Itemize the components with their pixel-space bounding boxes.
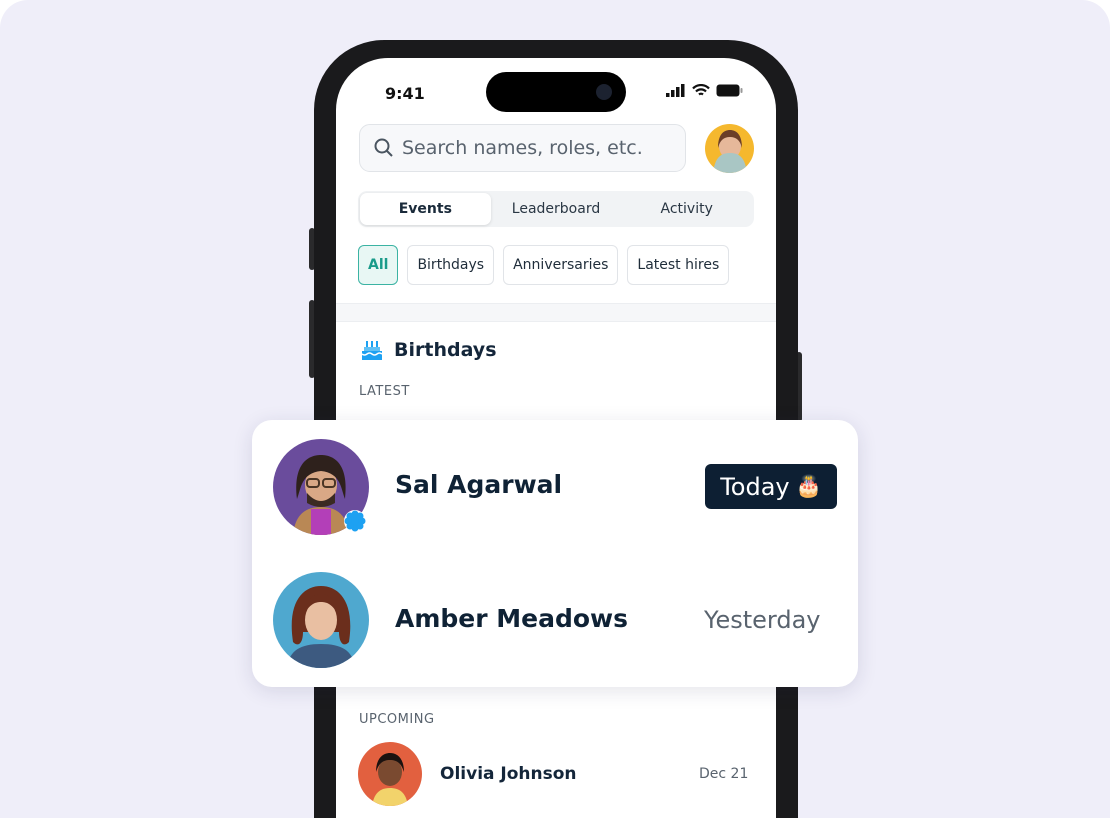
tab-leaderboard[interactable]: Leaderboard [491, 193, 622, 225]
person-name: Sal Agarwal [395, 470, 563, 499]
event-date: Dec 21 [699, 766, 749, 782]
avatar [358, 742, 422, 806]
latest-birthdays-card: Sal Agarwal Today 🎂 Amber Meadows Yester… [252, 420, 858, 687]
signal-icon [666, 84, 685, 97]
user-avatar[interactable] [705, 124, 754, 173]
search-input[interactable]: Search names, roles, etc. [359, 124, 686, 172]
tab-events[interactable]: Events [360, 193, 491, 225]
filter-birthdays[interactable]: Birthdays [407, 245, 495, 285]
filter-chips: All Birthdays Anniversaries Latest hires [358, 245, 730, 285]
section-divider [336, 303, 776, 322]
section-title: Birthdays [394, 339, 497, 361]
filter-all[interactable]: All [358, 245, 399, 285]
list-item[interactable]: Olivia Johnson Dec 21 [358, 742, 758, 806]
avatar [273, 572, 369, 668]
view-tabs: Events Leaderboard Activity [358, 191, 754, 227]
filter-latest-hires[interactable]: Latest hires [627, 245, 730, 285]
person-name: Olivia Johnson [440, 764, 577, 784]
birthday-cake-icon [361, 341, 383, 360]
status-time: 9:41 [385, 84, 425, 103]
search-icon [374, 138, 393, 157]
latest-label: LATEST [359, 384, 410, 399]
today-badge: Today 🎂 [705, 464, 837, 509]
tab-activity[interactable]: Activity [621, 193, 752, 225]
list-item[interactable]: Amber Meadows Yesterday [252, 554, 858, 687]
birthday-cake-icon: 🎂 [795, 474, 822, 498]
camera-icon [596, 84, 612, 100]
filter-anniversaries[interactable]: Anniversaries [503, 245, 619, 285]
person-name: Amber Meadows [395, 604, 629, 633]
when-label: Yesterday [704, 606, 821, 634]
background: 9:41 Search names, roles, etc. Events Le… [0, 0, 1110, 818]
status-icons [666, 84, 743, 97]
wifi-icon [692, 84, 710, 96]
battery-icon [716, 84, 743, 97]
verified-badge-icon [344, 510, 366, 532]
list-item[interactable]: Sal Agarwal Today 🎂 [252, 420, 858, 554]
when-label: Today [720, 472, 790, 501]
upcoming-label: UPCOMING [359, 712, 435, 727]
dynamic-island [486, 72, 626, 112]
birthdays-header: Birthdays [360, 338, 497, 362]
search-placeholder: Search names, roles, etc. [402, 137, 643, 159]
